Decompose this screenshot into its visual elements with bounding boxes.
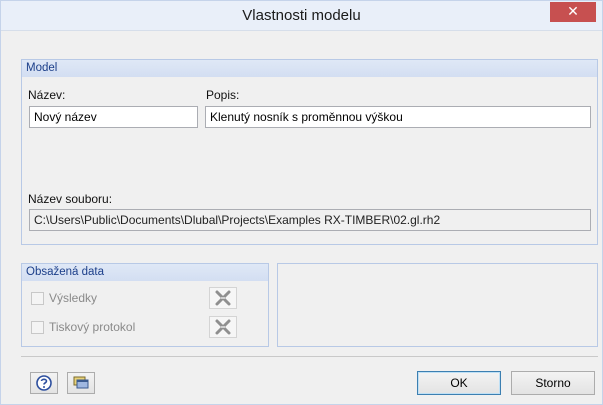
delete-x-icon	[215, 319, 231, 335]
delete-print-report-button[interactable]	[209, 316, 237, 338]
footer-separator	[21, 356, 598, 357]
model-group: Model Název: Nový název Popis: Klenutý n…	[21, 59, 598, 245]
name-field[interactable]: Nový název	[29, 106, 198, 128]
model-group-header: Model	[22, 60, 597, 77]
description-label: Popis:	[206, 88, 240, 102]
contained-data-group: Obsažená data Výsledky Tiskový protokol	[21, 263, 269, 347]
results-checkbox[interactable]	[31, 292, 44, 305]
help-icon	[36, 375, 52, 391]
cancel-button[interactable]: Storno	[511, 371, 595, 395]
close-button[interactable]: ✕	[550, 2, 596, 22]
contained-data-header: Obsažená data	[22, 264, 268, 281]
delete-x-icon	[215, 290, 231, 306]
name-label: Název:	[28, 88, 66, 102]
help-button[interactable]	[30, 372, 58, 394]
delete-results-button[interactable]	[209, 287, 237, 309]
ok-button[interactable]: OK	[417, 371, 501, 395]
print-report-label: Tiskový protokol	[49, 320, 136, 334]
windows-button[interactable]	[67, 372, 95, 394]
file-name-label: Název souboru:	[28, 192, 113, 206]
window-title: Vlastnosti modelu	[242, 7, 361, 24]
info-panel	[277, 263, 598, 347]
results-label: Výsledky	[49, 291, 98, 305]
close-icon: ✕	[567, 3, 579, 19]
windows-icon	[73, 376, 89, 389]
print-report-checkbox[interactable]	[31, 321, 44, 334]
file-name-field[interactable]: C:\Users\Public\Documents\Dlubal\Project…	[29, 209, 591, 231]
dialog-window: Vlastnosti modelu ✕ Model Název: Nový ná…	[0, 0, 603, 405]
description-field[interactable]: Klenutý nosník s proměnnou výškou	[205, 106, 591, 128]
title-bar[interactable]: Vlastnosti modelu ✕	[1, 1, 602, 31]
